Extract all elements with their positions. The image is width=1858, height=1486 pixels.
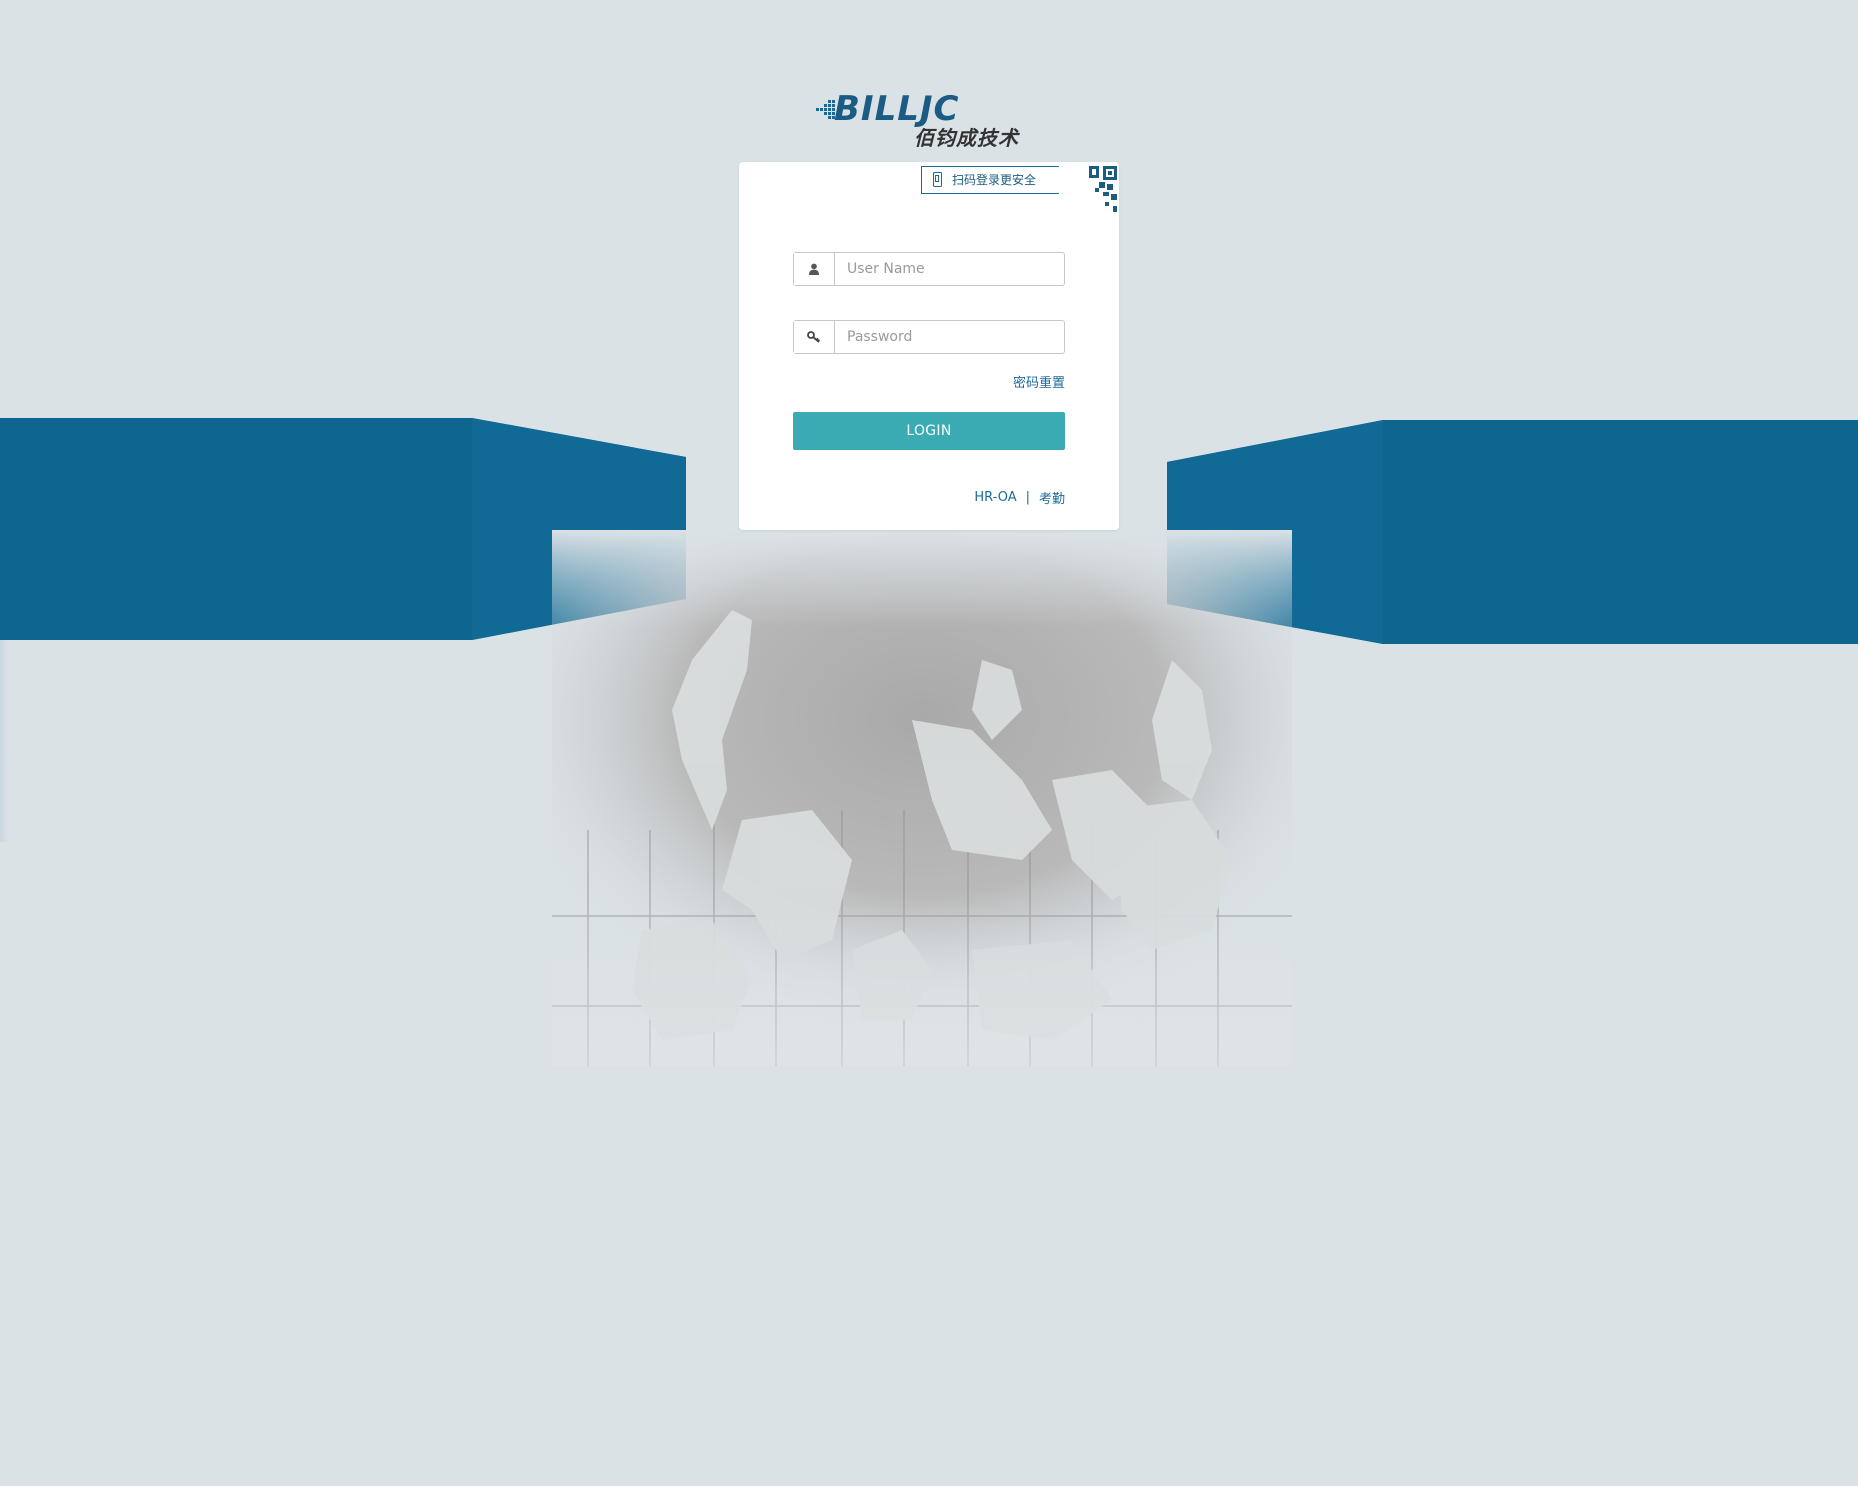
attendance-link[interactable]: 考勤 bbox=[1039, 488, 1065, 507]
username-input[interactable] bbox=[835, 253, 1064, 285]
password-reset-link[interactable]: 密码重置 bbox=[1013, 372, 1065, 391]
login-button[interactable]: LOGIN bbox=[793, 412, 1065, 450]
company-logo: BILLJC 佰钧成技术 bbox=[814, 92, 1040, 154]
login-page: BILLJC 佰钧成技术 扫码登录更安全 User Name 密码重置 LOGI… bbox=[0, 0, 1858, 1486]
qr-login-tip[interactable]: 扫码登录更安全 bbox=[921, 166, 1061, 194]
logo-subtitle: 佰钧成技术 bbox=[914, 126, 1019, 150]
password-field bbox=[793, 320, 1065, 354]
login-card: 扫码登录更安全 User Name 密码重置 LOGIN HR-OA | 考勤 bbox=[739, 162, 1119, 530]
username-field bbox=[793, 252, 1065, 286]
user-icon bbox=[794, 253, 835, 285]
logo-pixel-dots-icon bbox=[816, 100, 835, 119]
left-edge-accent bbox=[0, 640, 8, 842]
hr-oa-link[interactable]: HR-OA bbox=[974, 490, 1016, 505]
world-map-background bbox=[552, 530, 1292, 1066]
phone-icon bbox=[933, 172, 942, 187]
link-separator: | bbox=[1025, 490, 1030, 505]
qr-tip-text: 扫码登录更安全 bbox=[952, 173, 1037, 187]
footer-links: HR-OA | 考勤 bbox=[974, 488, 1065, 507]
password-input[interactable] bbox=[835, 321, 1064, 353]
key-icon bbox=[794, 321, 835, 353]
logo-wordmark: BILLJC bbox=[834, 89, 960, 129]
qr-code-icon[interactable] bbox=[1059, 162, 1119, 222]
